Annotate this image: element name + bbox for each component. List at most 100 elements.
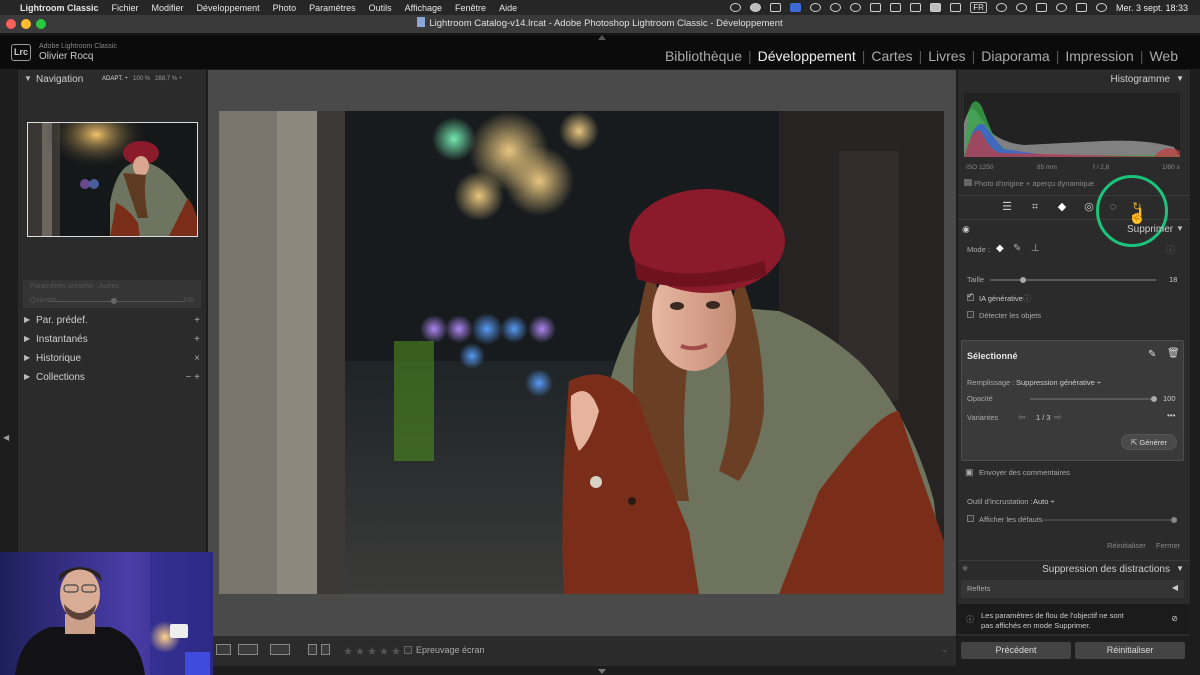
info-icon[interactable]: ⓘ bbox=[1023, 293, 1031, 304]
before-after-lr-button[interactable] bbox=[238, 644, 258, 655]
menu-edit[interactable]: Modifier bbox=[152, 3, 184, 13]
main-photo[interactable] bbox=[219, 111, 944, 594]
siri-icon[interactable] bbox=[1095, 3, 1107, 12]
menu-app[interactable]: Lightroom Classic bbox=[20, 3, 99, 13]
menu-view[interactable]: Affichage bbox=[405, 3, 442, 13]
add-snapshot-icon[interactable]: + bbox=[194, 334, 200, 345]
control-center-icon[interactable] bbox=[1075, 3, 1087, 12]
collapse-left-arrow-icon[interactable]: ◀ bbox=[3, 433, 9, 442]
reset-link[interactable]: Réinitialiser bbox=[1107, 541, 1146, 550]
histogram-header[interactable]: Histogramme ▼ bbox=[958, 74, 1190, 93]
toolbar-menu-icon[interactable]: ⌄ bbox=[941, 645, 948, 654]
close-window-button[interactable] bbox=[6, 19, 16, 29]
size-slider-track[interactable] bbox=[990, 279, 1156, 281]
module-slideshow[interactable]: Diaporama bbox=[981, 48, 1049, 64]
soft-proofing-label[interactable]: Epreuvage écran bbox=[416, 645, 485, 655]
original-preview-icon[interactable] bbox=[964, 179, 972, 186]
left-panel-edge[interactable]: ◀ bbox=[0, 70, 16, 565]
screen-share-icon[interactable] bbox=[790, 3, 802, 12]
soft-proofing-checkbox[interactable] bbox=[404, 646, 412, 654]
zoom-custom[interactable]: 288,7 % ÷ bbox=[155, 76, 182, 82]
help-icon[interactable]: ⓘ bbox=[1166, 243, 1175, 256]
navigator-thumbnail[interactable] bbox=[27, 122, 198, 237]
add-preset-icon[interactable]: + bbox=[194, 315, 200, 326]
module-book[interactable]: Livres bbox=[928, 48, 965, 64]
crop-icon[interactable]: ⌗ bbox=[1028, 200, 1042, 214]
loupe-view-button[interactable] bbox=[216, 644, 231, 655]
right-panel-edge[interactable] bbox=[1190, 70, 1200, 636]
menu-help[interactable]: Aide bbox=[499, 3, 517, 13]
terminal-icon[interactable] bbox=[910, 3, 922, 12]
calendar-icon[interactable] bbox=[870, 3, 882, 12]
defaults-slider-track[interactable] bbox=[1043, 519, 1177, 521]
zoom-fit[interactable]: ADAPT. ÷ bbox=[102, 76, 128, 82]
visibility-eye-icon[interactable]: ◉ bbox=[962, 564, 968, 572]
reflections-row[interactable]: Reflets ◀ bbox=[961, 580, 1184, 598]
opacity-slider-track[interactable] bbox=[1030, 398, 1154, 400]
histogram[interactable] bbox=[964, 93, 1180, 157]
module-print[interactable]: Impression bbox=[1065, 48, 1133, 64]
drop-icon[interactable] bbox=[850, 3, 862, 12]
collapse-bottom-arrow-icon[interactable] bbox=[598, 669, 606, 674]
generate-button[interactable]: ⇱ Générer bbox=[1121, 434, 1177, 450]
clock[interactable]: Mer. 3 sept. 18:33 bbox=[1116, 3, 1188, 13]
menu-window[interactable]: Fenêtre bbox=[455, 3, 486, 13]
flag-pick-icon[interactable] bbox=[308, 644, 317, 655]
trash-icon[interactable]: 🗑 bbox=[1167, 348, 1180, 359]
module-library[interactable]: Bibliothèque bbox=[665, 48, 742, 64]
clock-icon[interactable] bbox=[995, 3, 1007, 12]
size-value[interactable]: 18 bbox=[1169, 275, 1177, 284]
sync-icon[interactable] bbox=[830, 3, 842, 12]
zoom-window-button[interactable] bbox=[36, 19, 46, 29]
distractions-header[interactable]: ◉ Suppression des distractions ▼ bbox=[958, 560, 1190, 578]
close-link[interactable]: Fermer bbox=[1156, 541, 1180, 550]
ai-generative-checkbox[interactable] bbox=[967, 291, 974, 301]
disclosure-open-icon[interactable]: ▼ bbox=[1176, 224, 1184, 233]
flag-reject-icon[interactable] bbox=[321, 644, 330, 655]
play-circle-icon[interactable] bbox=[1015, 3, 1027, 12]
previous-button[interactable]: Précédent bbox=[961, 642, 1071, 659]
rating-star-3[interactable]: ★ bbox=[367, 645, 377, 658]
clear-history-icon[interactable]: × bbox=[194, 353, 200, 364]
detect-objects-label[interactable]: Détecter les objets bbox=[979, 311, 1041, 320]
next-variant-icon[interactable]: ⇨ bbox=[1054, 412, 1062, 423]
ai-generative-label[interactable]: IA générative bbox=[979, 294, 1023, 303]
record-icon[interactable] bbox=[730, 3, 742, 12]
show-defaults-checkbox[interactable] bbox=[967, 515, 974, 522]
cloud-icon[interactable] bbox=[810, 3, 822, 12]
collections-header[interactable]: ▶ Collections − + bbox=[18, 372, 206, 391]
display-icon[interactable] bbox=[950, 3, 962, 12]
history-header[interactable]: ▶ Historique × bbox=[18, 353, 206, 372]
opacity-value[interactable]: 100 bbox=[1163, 394, 1176, 403]
rating-star-2[interactable]: ★ bbox=[355, 645, 365, 658]
module-develop[interactable]: Développement bbox=[758, 48, 856, 64]
search-icon[interactable] bbox=[1055, 3, 1067, 12]
eraser-mode-icon[interactable]: ◆ bbox=[996, 243, 1004, 254]
collapse-top-arrow-icon[interactable] bbox=[598, 35, 606, 40]
collections-actions[interactable]: − + bbox=[186, 372, 200, 383]
fill-dropdown[interactable]: Suppression générative ÷ bbox=[1016, 378, 1101, 387]
opacity-slider-knob[interactable] bbox=[1151, 396, 1157, 402]
wifi-icon[interactable] bbox=[1035, 3, 1047, 12]
reset-button[interactable]: Réinitialiser bbox=[1075, 642, 1185, 659]
menu-photo[interactable]: Photo bbox=[273, 3, 297, 13]
battery-icon[interactable] bbox=[930, 3, 942, 12]
defaults-slider-knob[interactable] bbox=[1171, 517, 1177, 523]
sliders-icon[interactable]: ☰ bbox=[1000, 200, 1014, 214]
menu-settings[interactable]: Paramètres bbox=[309, 3, 356, 13]
presets-header[interactable]: ▶ Par. prédef. + bbox=[18, 315, 206, 334]
brush-edit-icon[interactable]: ✎ bbox=[1148, 349, 1156, 360]
redeye-icon[interactable]: ◎ bbox=[1082, 200, 1096, 214]
mirror-icon[interactable] bbox=[770, 3, 782, 12]
prev-variant-icon[interactable]: ⇦ bbox=[1018, 412, 1026, 423]
module-web[interactable]: Web bbox=[1149, 48, 1178, 64]
visibility-eye-icon[interactable]: ◉ bbox=[962, 224, 970, 235]
zoom-100[interactable]: 100 % bbox=[133, 76, 150, 82]
more-options-icon[interactable]: ••• bbox=[1167, 411, 1175, 420]
eraser-icon[interactable]: ◆ bbox=[1055, 200, 1069, 214]
feedback-label[interactable]: Envoyer des commentaires bbox=[979, 468, 1070, 477]
show-defaults-label[interactable]: Afficher les défauts bbox=[979, 515, 1043, 524]
stamp-mode-icon[interactable]: ⊥ bbox=[1031, 243, 1040, 254]
module-map[interactable]: Cartes bbox=[871, 48, 912, 64]
menu-tools[interactable]: Outils bbox=[369, 3, 392, 13]
